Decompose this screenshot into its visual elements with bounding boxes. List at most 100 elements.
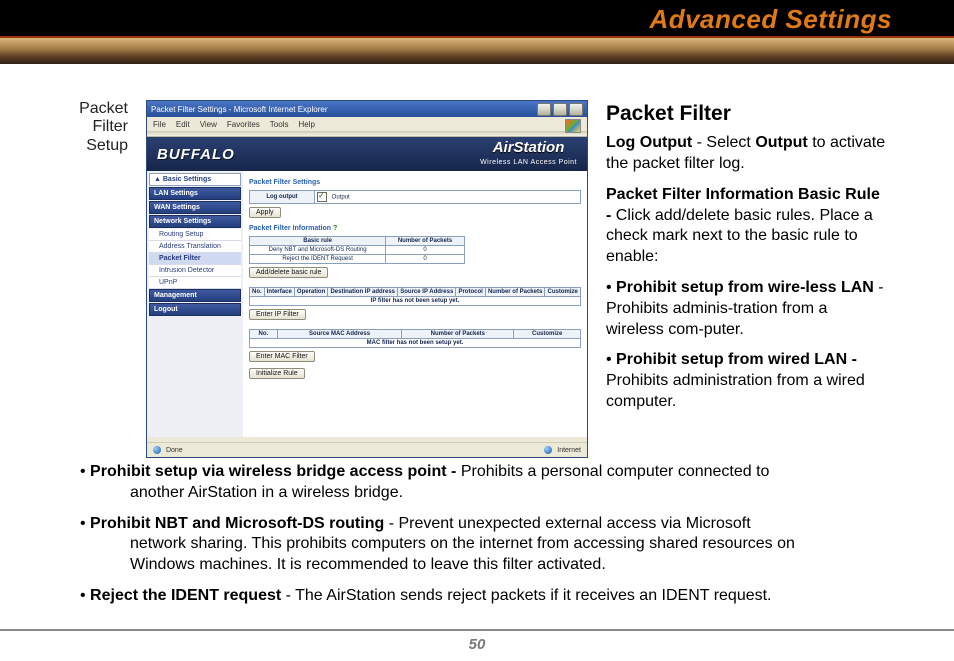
ipf-no: No. bbox=[250, 288, 265, 297]
txt: Prohibits administration from a wired co… bbox=[606, 372, 865, 410]
log-output-label: Log output bbox=[250, 191, 315, 204]
term-prohibit-wireless: Prohibit setup from wire-less LAN bbox=[616, 279, 874, 296]
panel-h1: Packet Filter Settings bbox=[249, 179, 581, 186]
caption-l3: Setup bbox=[86, 137, 128, 154]
term-prohibit-wired: Prohibit setup from wired LAN - bbox=[616, 351, 857, 368]
txt: - Prevent unexpected external access via… bbox=[384, 515, 750, 532]
rule-count: 0 bbox=[386, 246, 465, 255]
basic-rule-col-count: Number of Packets bbox=[386, 237, 465, 246]
screenshot-caption: Packet Filter Setup bbox=[78, 100, 128, 155]
ipf-prot: Protocol bbox=[456, 288, 485, 297]
menu-favorites[interactable]: Favorites bbox=[227, 120, 260, 129]
right-column: Packet Filter Log Output - Select Output… bbox=[606, 100, 888, 423]
caption-l1: Packet bbox=[79, 100, 128, 117]
menu-file[interactable]: File bbox=[153, 120, 166, 129]
ie-window: Packet Filter Settings - Microsoft Inter… bbox=[146, 100, 588, 458]
add-delete-basic-rule-button[interactable]: Add/delete basic rule bbox=[249, 267, 328, 278]
window-buttons bbox=[537, 103, 583, 116]
sidebar-logout[interactable]: Logout bbox=[149, 303, 241, 316]
sidebar-basic-header[interactable]: ▲ Basic Settings bbox=[149, 173, 241, 186]
header-top: Advanced Settings bbox=[0, 0, 954, 38]
ie-content: BUFFALO AirStation Wireless LAN Access P… bbox=[147, 137, 587, 437]
status-internet: Internet bbox=[557, 447, 581, 454]
enter-mac-filter-button[interactable]: Enter MAC Filter bbox=[249, 351, 315, 362]
bullet: • Prohibit setup from wire-less LAN - Pr… bbox=[606, 278, 888, 340]
done-icon bbox=[153, 446, 161, 454]
ipf-if: Interface bbox=[264, 288, 294, 297]
ip-filter-table: No. Interface Operation Destination IP a… bbox=[249, 287, 581, 306]
ipf-src: Source IP Address bbox=[398, 288, 456, 297]
sidebar-routing[interactable]: Routing Setup bbox=[149, 229, 241, 241]
page-number: 50 bbox=[0, 636, 954, 653]
ie-title-text: Packet Filter Settings - Microsoft Inter… bbox=[151, 105, 328, 114]
table-row: Reject the IDENT Request 0 bbox=[250, 255, 465, 264]
sidebar-lan[interactable]: LAN Settings bbox=[149, 187, 241, 200]
ie-status-bar: Done Internet bbox=[147, 442, 587, 457]
ipf-cnt: Number of Packets bbox=[485, 288, 545, 297]
internet-zone-icon bbox=[544, 446, 552, 454]
maximize-icon[interactable] bbox=[553, 103, 567, 116]
close-icon[interactable] bbox=[569, 103, 583, 116]
menu-edit[interactable]: Edit bbox=[176, 120, 190, 129]
rule-name: Reject the IDENT Request bbox=[250, 255, 386, 264]
table-row: MAC filter has not been setup yet. bbox=[250, 339, 581, 348]
term-prohibit-nbt: Prohibit NBT and Microsoft-DS routing bbox=[90, 515, 384, 532]
mac-no: No. bbox=[250, 330, 278, 339]
table-row: IP filter has not been setup yet. bbox=[250, 297, 581, 306]
sidebar: ▲ Basic Settings LAN Settings WAN Settin… bbox=[147, 171, 243, 437]
bullet: • Prohibit setup via wireless bridge acc… bbox=[78, 462, 914, 504]
mac-filter-empty-msg: MAC filter has not been setup yet. bbox=[250, 339, 581, 348]
bullet: • Prohibit setup from wired LAN - Prohib… bbox=[606, 350, 888, 412]
panel-h2: Packet Filter Information bbox=[249, 225, 331, 232]
ie-titlebar: Packet Filter Settings - Microsoft Inter… bbox=[147, 101, 587, 117]
apply-button[interactable]: Apply bbox=[249, 207, 281, 218]
basic-rule-table: Basic rule Number of Packets Deny NBT an… bbox=[249, 236, 465, 264]
page-title: Advanced Settings bbox=[649, 4, 892, 35]
log-output-row: Log output Output bbox=[249, 190, 581, 204]
caption-l2: Filter bbox=[92, 118, 128, 135]
log-output-checkbox-label: Output bbox=[332, 195, 350, 201]
initialize-rule-button[interactable]: Initialize Rule bbox=[249, 368, 305, 379]
mac-filter-table: No. Source MAC Address Number of Packets… bbox=[249, 329, 581, 348]
sidebar-network[interactable]: Network Settings bbox=[149, 215, 241, 228]
paragraph: Packet Filter Information Basic Rule - C… bbox=[606, 185, 888, 268]
sidebar-packetfilter[interactable]: Packet Filter bbox=[149, 253, 241, 265]
ie-menu-bar: File Edit View Favorites Tools Help bbox=[147, 117, 587, 132]
menu-help[interactable]: Help bbox=[298, 120, 314, 129]
enter-ip-filter-button[interactable]: Enter IP Filter bbox=[249, 309, 306, 320]
section-heading: Packet Filter bbox=[606, 100, 888, 127]
bullet: • Reject the IDENT request - The AirStat… bbox=[78, 586, 914, 607]
term-prohibit-bridge: Prohibit setup via wireless bridge acces… bbox=[90, 463, 461, 480]
lower-block: • Prohibit setup via wireless bridge acc… bbox=[78, 462, 914, 607]
mac-src: Source MAC Address bbox=[277, 330, 402, 339]
sidebar-wan[interactable]: WAN Settings bbox=[149, 201, 241, 214]
bullet: • Prohibit NBT and Microsoft-DS routing … bbox=[78, 514, 914, 576]
table-row: Deny NBT and Microsoft-DS Routing 0 bbox=[250, 246, 465, 255]
ip-filter-empty-msg: IP filter has not been setup yet. bbox=[250, 297, 581, 306]
log-output-checkbox[interactable] bbox=[317, 192, 327, 202]
menu-tools[interactable]: Tools bbox=[270, 120, 289, 129]
ipf-op: Operation bbox=[294, 288, 327, 297]
mac-cnt: Number of Packets bbox=[402, 330, 514, 339]
header-gradient bbox=[0, 38, 954, 64]
airstation-logo: AirStation Wireless LAN Access Point bbox=[480, 140, 577, 167]
sidebar-address[interactable]: Address Translation bbox=[149, 241, 241, 253]
status-done: Done bbox=[166, 447, 183, 454]
txt: network sharing. This prohibits computer… bbox=[96, 534, 914, 555]
txt: - The AirStation sends reject packets if… bbox=[281, 587, 771, 604]
windows-logo-icon bbox=[565, 119, 581, 133]
minimize-icon[interactable] bbox=[537, 103, 551, 116]
menu-view[interactable]: View bbox=[200, 120, 217, 129]
paragraph: Log Output - Select Output to activate t… bbox=[606, 133, 888, 175]
brand-bar: BUFFALO AirStation Wireless LAN Access P… bbox=[147, 137, 587, 171]
txt: Prohibits a personal computer connected … bbox=[461, 463, 770, 480]
help-icon[interactable]: ? bbox=[333, 225, 337, 232]
mac-cust: Customize bbox=[514, 330, 581, 339]
rule-count: 0 bbox=[386, 255, 465, 264]
sidebar-upnp[interactable]: UPnP bbox=[149, 277, 241, 289]
panel: Packet Filter Settings Log output Output bbox=[243, 171, 587, 437]
term-reject-ident: Reject the IDENT request bbox=[90, 587, 281, 604]
sidebar-management[interactable]: Management bbox=[149, 289, 241, 302]
txt: - Select bbox=[692, 134, 755, 151]
sidebar-ids[interactable]: Intrusion Detector bbox=[149, 265, 241, 277]
